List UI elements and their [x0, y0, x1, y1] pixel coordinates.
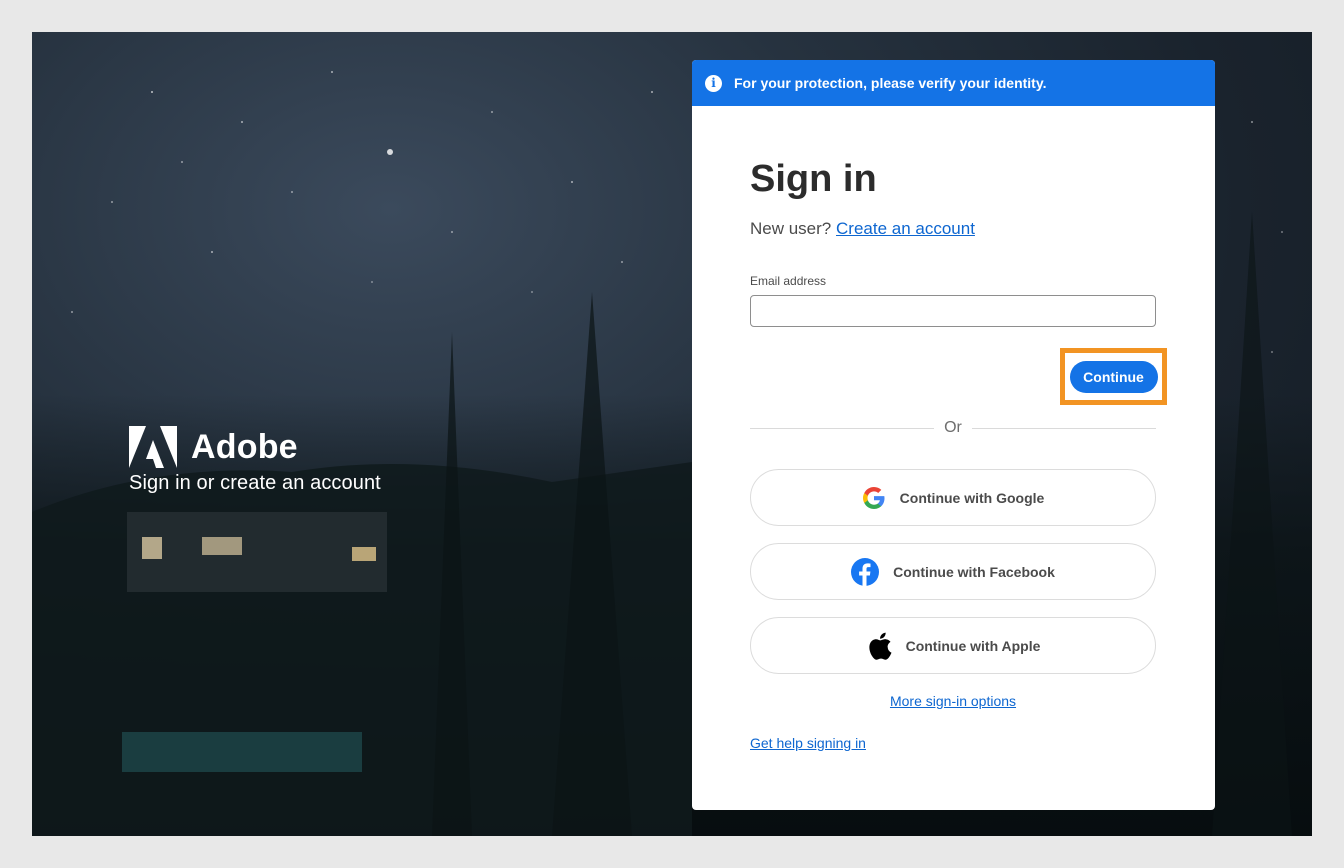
new-user-label: New user?: [750, 219, 832, 238]
apple-label: Continue with Apple: [905, 637, 1041, 654]
google-signin-button[interactable]: Continue with Google: [750, 469, 1156, 526]
or-label: Or: [944, 419, 962, 436]
email-label: Email address: [750, 274, 827, 288]
create-account-link[interactable]: Create an account: [836, 219, 975, 238]
more-signin-options-link[interactable]: More sign-in options: [890, 693, 1016, 709]
facebook-label: Continue with Facebook: [893, 563, 1055, 580]
apple-icon: [868, 632, 892, 660]
adobe-branding: Adobe Sign in or create an account: [129, 426, 381, 495]
new-user-prompt: New user? Create an account: [750, 219, 1157, 239]
verification-banner: i For your protection, please verify you…: [692, 60, 1215, 106]
page-title: Sign in: [750, 158, 877, 200]
more-options-row: More sign-in options: [750, 693, 1156, 709]
brand-tagline: Sign in or create an account: [129, 472, 381, 494]
facebook-signin-button[interactable]: Continue with Facebook: [750, 543, 1156, 600]
help-row: Get help signing in: [750, 735, 866, 751]
get-help-link[interactable]: Get help signing in: [750, 735, 866, 751]
email-field[interactable]: [750, 295, 1156, 327]
google-label: Continue with Google: [899, 489, 1045, 506]
facebook-icon: [851, 557, 880, 586]
divider-line-left: [750, 427, 935, 429]
info-icon: i: [705, 74, 722, 92]
continue-button[interactable]: Continue: [1069, 360, 1158, 393]
banner-text: For your protection, please verify your …: [734, 75, 1047, 91]
apple-signin-button[interactable]: Continue with Apple: [750, 617, 1156, 674]
google-icon: [862, 486, 885, 509]
adobe-logo-icon: [129, 426, 177, 468]
sign-in-card: i For your protection, please verify you…: [692, 60, 1215, 810]
or-divider: Or: [750, 419, 1156, 437]
divider-line-right: [971, 427, 1156, 429]
continue-highlight: Continue: [1060, 348, 1167, 405]
brand-name: Adobe: [191, 427, 298, 466]
